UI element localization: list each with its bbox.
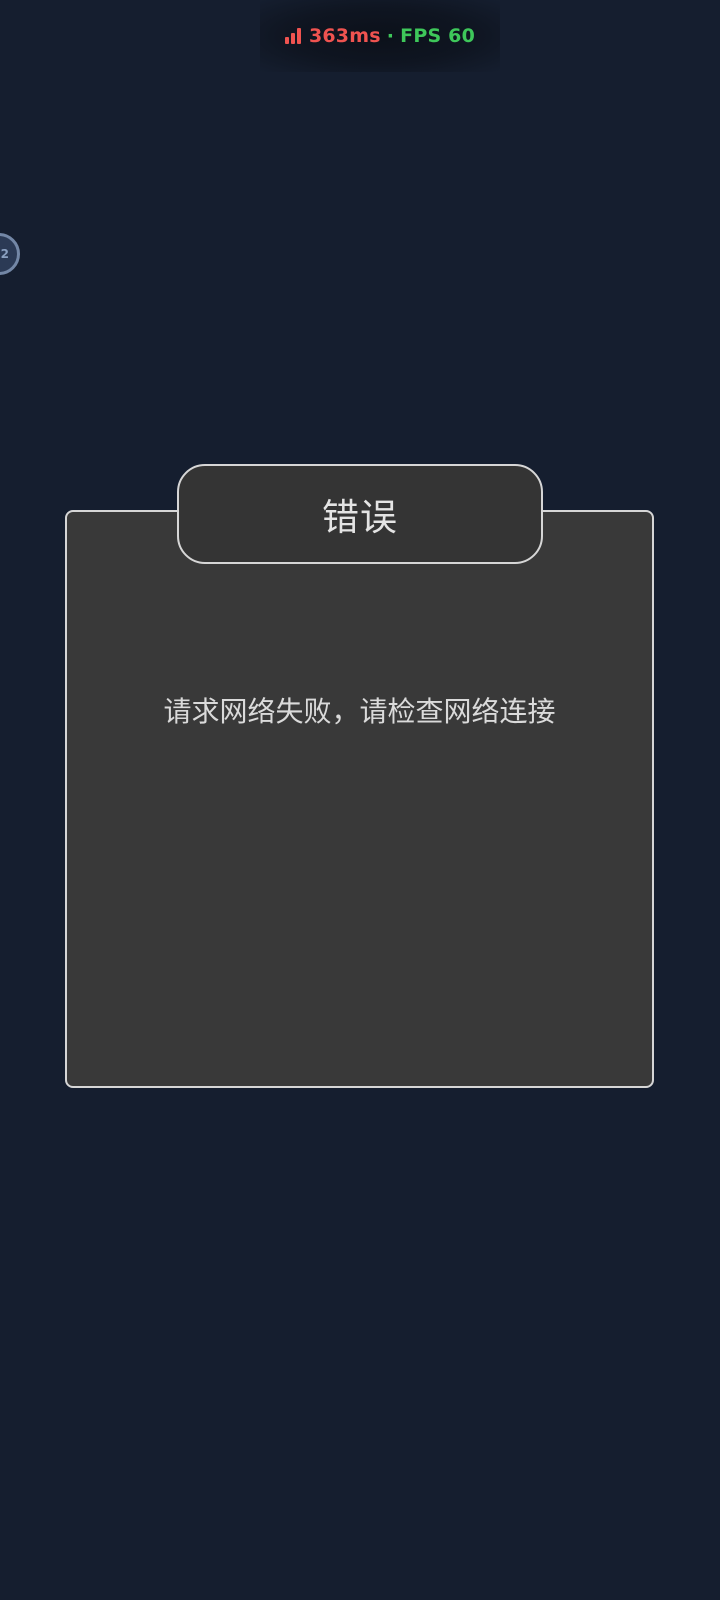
floating-bubble-text: 22	[0, 247, 9, 261]
performance-overlay: 363ms · FPS 60	[260, 0, 500, 72]
signal-bars-icon	[284, 28, 301, 44]
screen: 363ms · FPS 60 22 错误 请求网络失败，请检查网络连接	[0, 0, 720, 1600]
error-dialog-header: 错误	[177, 464, 543, 564]
overlay-separator: ·	[386, 25, 395, 47]
dialog-title: 错误	[322, 496, 398, 539]
fps-value: FPS 60	[400, 25, 476, 47]
error-dialog	[65, 510, 654, 1088]
dialog-message: 请求网络失败，请检查网络连接	[163, 695, 556, 728]
floating-assist-bubble[interactable]: 22	[0, 233, 20, 275]
latency-value: 363ms	[308, 25, 381, 47]
